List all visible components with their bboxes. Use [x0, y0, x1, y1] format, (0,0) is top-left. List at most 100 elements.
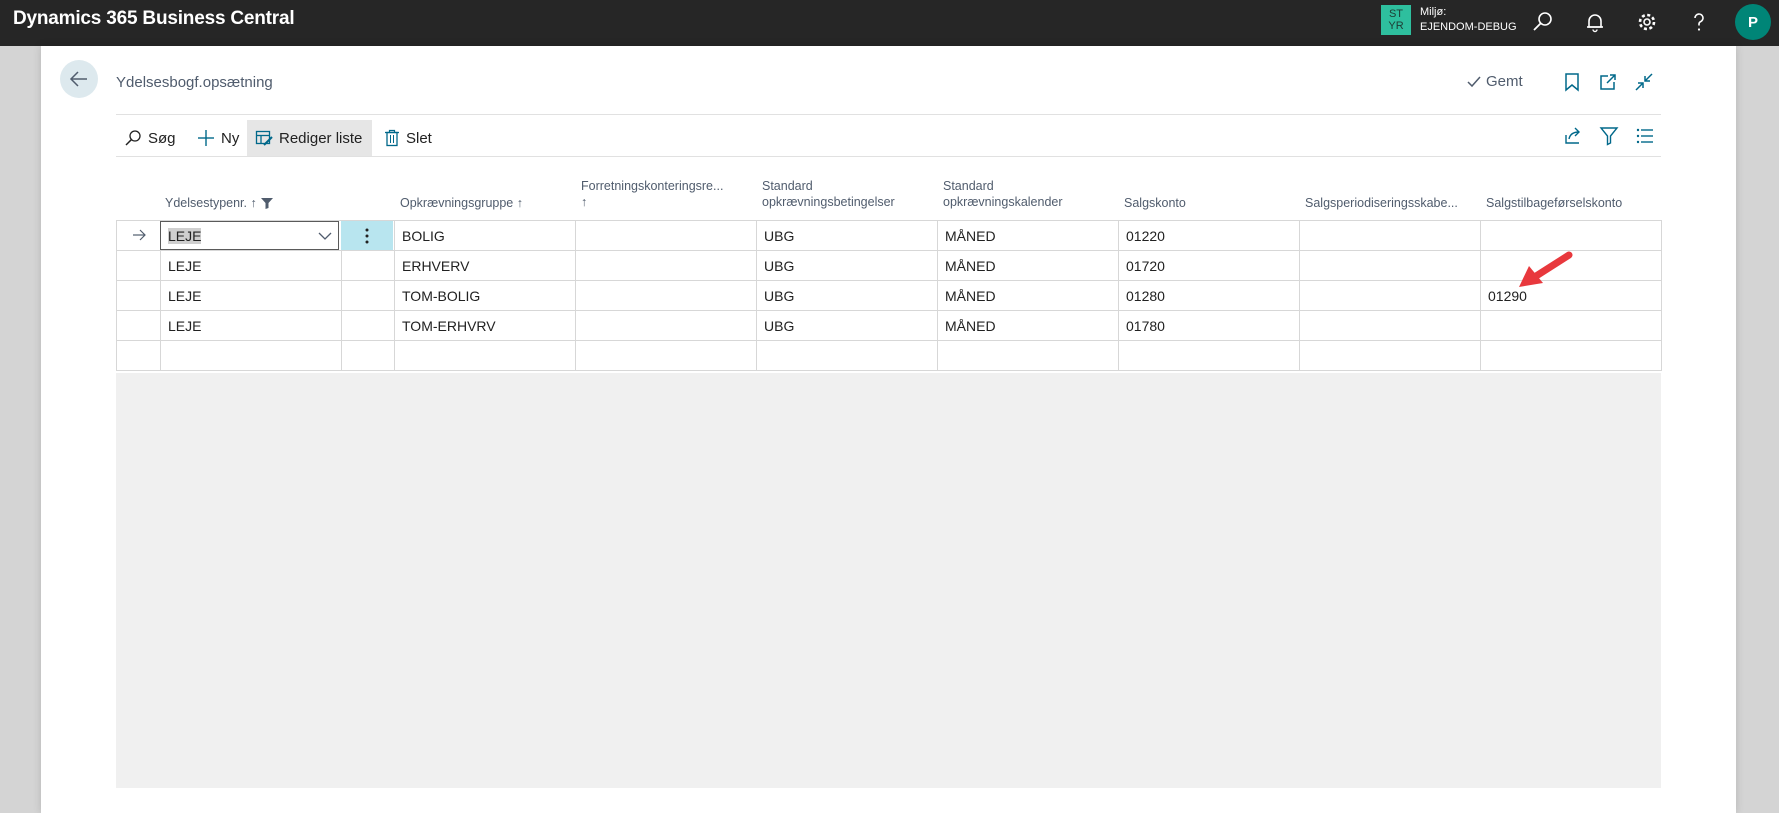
column-header-standard-kalender[interactable]: Standard opkrævningskalender [943, 178, 1063, 210]
app-title[interactable]: Dynamics 365 Business Central [13, 8, 295, 30]
empty-cell[interactable] [575, 340, 757, 371]
env-name: EJENDOM-DEBUG [1420, 21, 1517, 33]
share-icon[interactable] [1561, 124, 1585, 148]
env-badge-line2: YR [1388, 20, 1404, 32]
filter-icon[interactable] [1597, 124, 1621, 148]
divider [116, 114, 1661, 115]
annotation-arrow-icon [1519, 251, 1573, 287]
cell-menu[interactable] [341, 280, 395, 311]
row-indicator [116, 310, 161, 341]
list-view-icon[interactable] [1633, 124, 1657, 148]
page-title: Ydelsesbogf.opsætning [116, 74, 273, 91]
saved-status: Gemt [1466, 73, 1523, 90]
app-bar: Dynamics 365 Business Central ST YR Milj… [0, 0, 1779, 46]
empty-cell[interactable] [341, 340, 395, 371]
column-header-ydelsestype[interactable]: Ydelsestypenr. ↑ [165, 195, 273, 211]
delete-label: Slet [406, 129, 432, 147]
env-badge-line1: ST [1388, 8, 1404, 20]
row-indicator [116, 220, 161, 251]
cell-betingelser[interactable]: UBG [756, 310, 938, 341]
cell-periodisering[interactable] [1299, 310, 1481, 341]
empty-cell[interactable] [1299, 340, 1481, 371]
empty-cell[interactable] [160, 340, 342, 371]
new-empty-row[interactable] [116, 340, 1662, 371]
empty-cell[interactable] [394, 340, 576, 371]
search-icon [125, 130, 141, 146]
cell-ydelsestype[interactable]: LEJE [160, 280, 342, 311]
cell-kalender[interactable]: MÅNED [937, 220, 1119, 251]
column-header-salgsperiodisering[interactable]: Salgsperiodiseringsskabe... [1305, 195, 1458, 211]
cell-opkraevningsgruppe[interactable]: ERHVERV [394, 250, 576, 281]
grid-empty-area [116, 373, 1661, 788]
cell-salgskonto[interactable]: 01220 [1118, 220, 1300, 251]
search-icon[interactable] [1529, 8, 1557, 36]
cell-opkraevningsgruppe[interactable]: TOM-BOLIG [394, 280, 576, 311]
cell-periodisering[interactable] [1299, 250, 1481, 281]
cell-betingelser[interactable]: UBG [756, 280, 938, 311]
collapse-icon[interactable] [1632, 70, 1656, 94]
column-header-opkraevningsgruppe[interactable]: Opkrævningsgruppe ↑ [400, 195, 523, 211]
sort-indicator: ↑ [581, 195, 588, 209]
table-row[interactable]: LEJE TOM-ERHVRV UBG MÅNED 01780 [116, 310, 1662, 341]
back-arrow-icon [69, 71, 87, 87]
empty-cell[interactable] [937, 340, 1119, 371]
ydelsestype-dropdown[interactable]: LEJE [160, 221, 339, 250]
back-button[interactable] [60, 60, 98, 98]
search-action-button[interactable]: Søg [116, 120, 184, 156]
cell-kalender[interactable]: MÅNED [937, 310, 1119, 341]
cell-forretning[interactable] [575, 280, 757, 311]
cell-kalender[interactable]: MÅNED [937, 280, 1119, 311]
cell-forretning[interactable] [575, 220, 757, 251]
column-header-forretningskontering[interactable]: Forretningskonteringsre... ↑ [581, 178, 723, 210]
cell-ydelsestype[interactable]: LEJE [160, 310, 342, 341]
checkmark-icon [1467, 76, 1481, 87]
cell-menu[interactable] [341, 310, 395, 341]
column-label: Forretningskonteringsre... [581, 179, 724, 193]
delete-button[interactable]: Slet [376, 120, 440, 156]
cell-tilbagefoersel[interactable] [1480, 310, 1662, 341]
environment-badge[interactable]: ST YR [1381, 5, 1411, 35]
cell-ydelsestype[interactable]: LEJE [160, 250, 342, 281]
empty-cell[interactable] [1480, 340, 1662, 371]
edit-list-button[interactable]: Rediger liste [247, 120, 372, 156]
cell-periodisering[interactable] [1299, 280, 1481, 311]
cell-salgskonto[interactable]: 01720 [1118, 250, 1300, 281]
bookmark-icon[interactable] [1560, 70, 1584, 94]
edit-list-label: Rediger liste [279, 129, 363, 147]
cell-betingelser[interactable]: UBG [756, 220, 938, 251]
user-avatar[interactable]: P [1735, 4, 1771, 40]
column-label: Standard [943, 179, 994, 193]
environment-info[interactable]: Miljø: EJENDOM-DEBUG [1420, 5, 1517, 35]
row-indicator [116, 340, 161, 371]
cell-salgskonto[interactable]: 01780 [1118, 310, 1300, 341]
open-new-window-icon[interactable] [1596, 70, 1620, 94]
cell-forretning[interactable] [575, 250, 757, 281]
row-indicator [116, 250, 161, 281]
column-header-salgstilbagefoersel[interactable]: Salgstilbageførselskonto [1486, 195, 1622, 211]
new-button[interactable]: Ny [189, 120, 247, 156]
column-label: Standard [762, 179, 813, 193]
table-row[interactable]: LEJE ERHVERV UBG MÅNED 01720 [116, 250, 1662, 281]
cell-kalender[interactable]: MÅNED [937, 250, 1119, 281]
empty-cell[interactable] [1118, 340, 1300, 371]
cell-periodisering[interactable] [1299, 220, 1481, 251]
bell-icon[interactable] [1581, 8, 1609, 36]
help-icon[interactable] [1685, 8, 1713, 36]
gear-icon[interactable] [1633, 8, 1661, 36]
column-header-standard-betingelser[interactable]: Standard opkrævningsbetingelser [762, 178, 895, 210]
column-label-line2: opkrævningsbetingelser [762, 195, 895, 209]
search-action-label: Søg [148, 129, 176, 147]
cell-opkraevningsgruppe[interactable]: BOLIG [394, 220, 576, 251]
cell-tilbagefoersel[interactable] [1480, 220, 1662, 251]
row-actions-menu-button[interactable] [341, 221, 393, 250]
filter-active-icon [260, 198, 273, 209]
empty-cell[interactable] [756, 340, 938, 371]
cell-forretning[interactable] [575, 310, 757, 341]
cell-opkraevningsgruppe[interactable]: TOM-ERHVRV [394, 310, 576, 341]
column-header-salgskonto[interactable]: Salgskonto [1124, 195, 1186, 211]
table-row[interactable]: LEJE TOM-BOLIG UBG MÅNED 01280 01290 [116, 280, 1662, 311]
cell-salgskonto[interactable]: 01280 [1118, 280, 1300, 311]
env-label: Miljø: [1420, 6, 1447, 18]
cell-menu[interactable] [341, 250, 395, 281]
cell-betingelser[interactable]: UBG [756, 250, 938, 281]
